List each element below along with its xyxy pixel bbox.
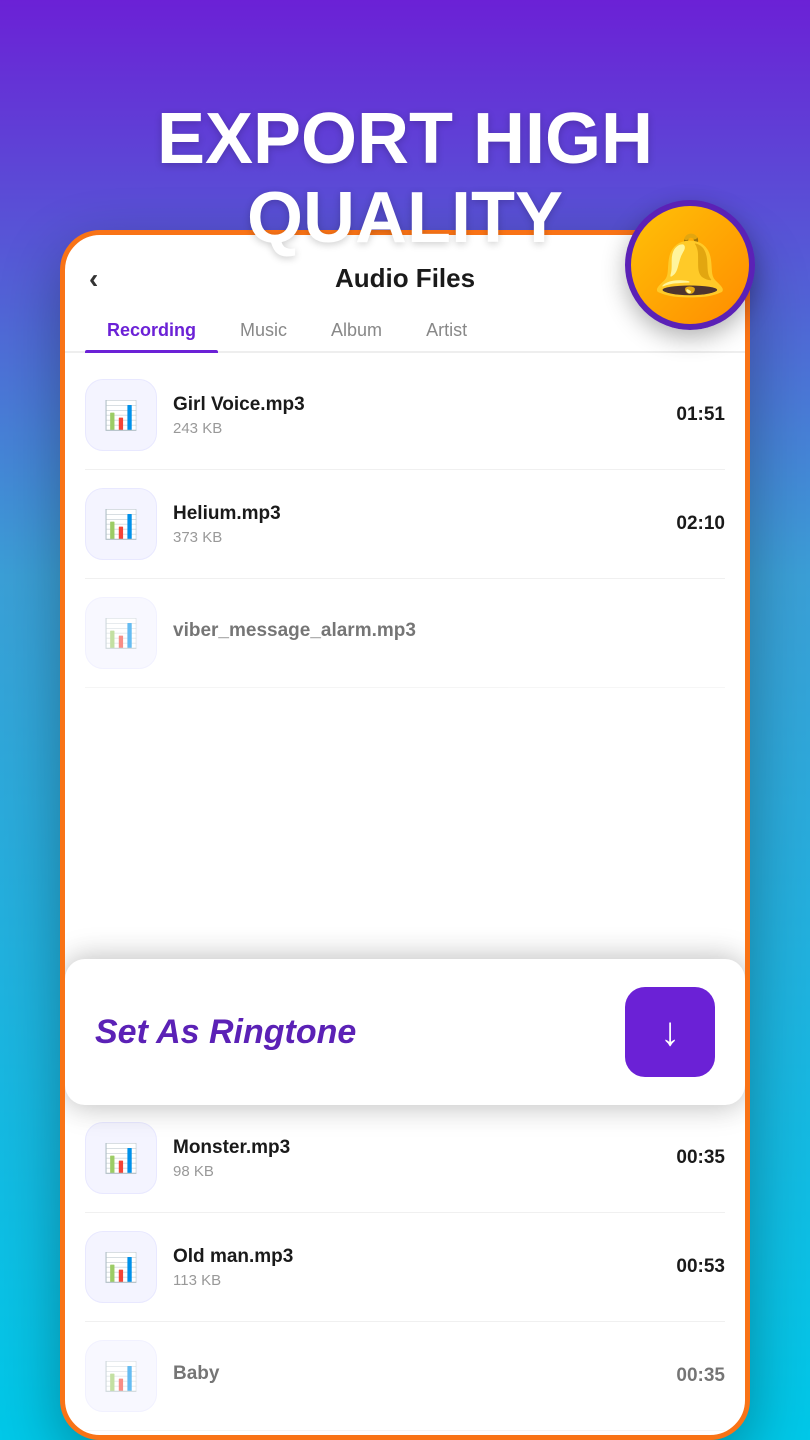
- audio-info: Monster.mp3 98 KB: [173, 1137, 660, 1180]
- audio-duration: 00:35: [676, 1365, 725, 1387]
- list-item[interactable]: 📊 Helium.mp3 373 KB 02:10: [85, 470, 725, 579]
- audio-name: Old man.mp3: [173, 1246, 660, 1268]
- audio-icon-box: 📊: [85, 597, 157, 669]
- audio-duration: 02:10: [676, 513, 725, 535]
- waveform-icon: 📊: [104, 1360, 139, 1393]
- audio-duration: 01:51: [676, 404, 725, 426]
- audio-icon-box: 📊: [85, 1340, 157, 1412]
- download-button[interactable]: ↓: [625, 987, 715, 1077]
- audio-duration: 00:35: [676, 1147, 725, 1169]
- audio-info: Girl Voice.mp3 243 KB: [173, 394, 660, 437]
- waveform-icon: 📊: [104, 1251, 139, 1284]
- audio-name: Baby: [173, 1363, 660, 1385]
- download-icon: ↓: [660, 1010, 680, 1055]
- audio-icon-box: 📊: [85, 1231, 157, 1303]
- waveform-icon: 📊: [104, 508, 139, 541]
- waveform-icon: 📊: [104, 399, 139, 432]
- audio-icon-box: 📊: [85, 379, 157, 451]
- bell-icon: 🔔: [653, 230, 728, 301]
- list-item[interactable]: 📊 viber_message_alarm.mp3: [85, 579, 725, 688]
- audio-size: 113 KB: [173, 1272, 660, 1289]
- audio-name: Girl Voice.mp3: [173, 394, 660, 416]
- audio-info: Helium.mp3 373 KB: [173, 503, 660, 546]
- audio-info: Baby: [173, 1363, 660, 1389]
- audio-size: 243 KB: [173, 420, 660, 437]
- bell-badge[interactable]: 🔔: [625, 200, 755, 330]
- set-ringtone-label: Set As Ringtone: [95, 1013, 356, 1052]
- list-item[interactable]: 📊 Girl Voice.mp3 243 KB 01:51: [85, 361, 725, 470]
- audio-icon-box: 📊: [85, 488, 157, 560]
- audio-list: 📊 Girl Voice.mp3 243 KB 01:51 📊 Helium.m…: [65, 361, 745, 688]
- audio-name: Monster.mp3: [173, 1137, 660, 1159]
- list-item[interactable]: 📊 Old man.mp3 113 KB 00:53: [85, 1213, 725, 1322]
- audio-name: viber_message_alarm.mp3: [173, 620, 725, 642]
- set-ringtone-banner: Set As Ringtone ↓: [65, 959, 745, 1105]
- audio-info: viber_message_alarm.mp3: [173, 620, 725, 646]
- audio-icon-box: 📊: [85, 1122, 157, 1194]
- audio-info: Old man.mp3 113 KB: [173, 1246, 660, 1289]
- audio-duration: 00:53: [676, 1256, 725, 1278]
- waveform-icon: 📊: [104, 1142, 139, 1175]
- list-item[interactable]: 📊 Monster.mp3 98 KB 00:35: [85, 1104, 725, 1213]
- audio-size: 98 KB: [173, 1163, 660, 1180]
- phone-container: ‹ Audio Files Recording Music Album Arti…: [60, 230, 750, 1440]
- audio-name: Helium.mp3: [173, 503, 660, 525]
- audio-size: 373 KB: [173, 529, 660, 546]
- waveform-icon: 📊: [104, 617, 139, 650]
- list-item[interactable]: 📊 Baby 00:35: [85, 1322, 725, 1431]
